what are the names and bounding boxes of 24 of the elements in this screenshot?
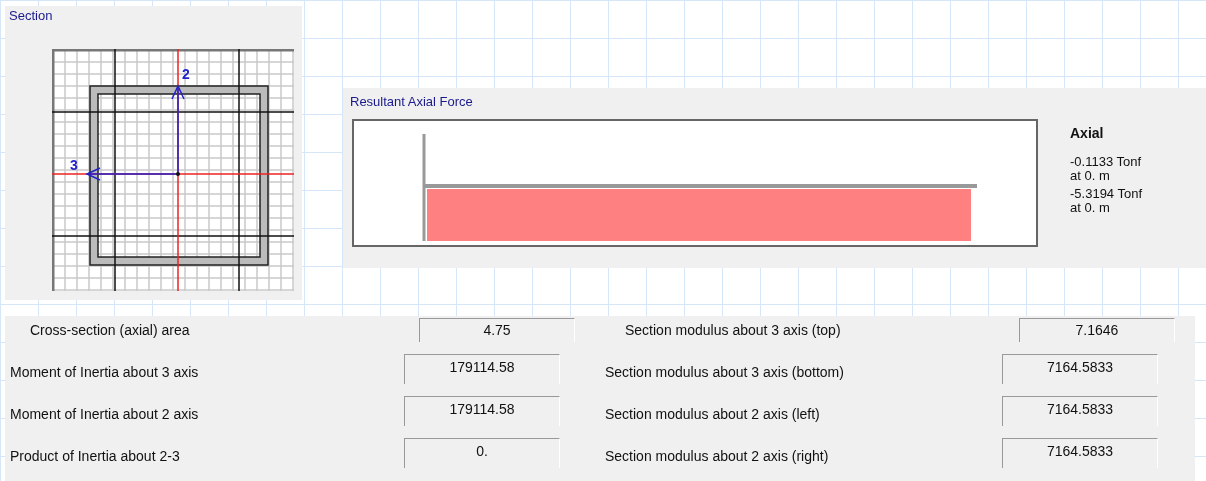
cross-section-drawing: 2 3 — [52, 49, 294, 291]
group-title: Section — [8, 7, 54, 23]
force-location: at 0. m — [1070, 201, 1111, 215]
legend-title: Axial — [1070, 125, 1105, 141]
force-location: at 0. m — [1070, 169, 1111, 183]
property-value-field: 7.1646 — [1019, 318, 1175, 342]
property-value-field: 7164.5833 — [1002, 354, 1158, 384]
property-label: Section modulus about 3 axis (bottom) — [605, 364, 844, 382]
property-label: Moment of Inertia about 3 axis — [10, 364, 199, 382]
property-value-field: 7164.5833 — [1002, 438, 1158, 468]
property-label: Section modulus about 2 axis (left) — [605, 406, 820, 424]
property-label: Cross-section (axial) area — [30, 322, 190, 340]
force-value: -0.1133 Tonf — [1070, 155, 1143, 169]
property-label: Product of Inertia about 2-3 — [10, 448, 180, 466]
property-value-field: 4.75 — [419, 318, 575, 342]
property-label: Section modulus about 3 axis (top) — [625, 322, 841, 340]
property-value-field: 179114.58 — [404, 354, 560, 384]
property-label: Section modulus about 2 axis (right) — [605, 448, 829, 466]
property-label: Moment of Inertia about 2 axis — [10, 406, 199, 424]
property-value-field: 0. — [404, 438, 560, 468]
force-value: -5.3194 Tonf — [1070, 187, 1143, 201]
group-title: Resultant Axial Force — [349, 93, 474, 109]
property-value-field: 7164.5833 — [1002, 396, 1158, 426]
property-value-field: 179114.58 — [404, 396, 560, 426]
